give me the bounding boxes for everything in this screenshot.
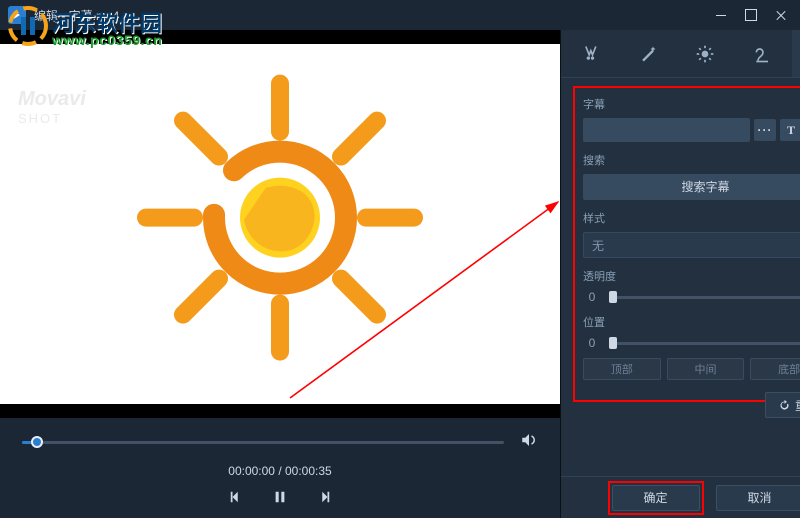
cancel-button[interactable]: 取消 bbox=[716, 485, 800, 511]
subtitle-path-input[interactable] bbox=[583, 118, 750, 142]
tool-tabs bbox=[561, 30, 800, 78]
app-icon bbox=[8, 6, 26, 24]
pause-button[interactable] bbox=[271, 488, 289, 506]
tab-adjust[interactable] bbox=[677, 30, 735, 77]
titlebar: 编辑 - 字幕.mp4 bbox=[0, 0, 800, 30]
window-title: 编辑 - 字幕.mp4 bbox=[34, 7, 119, 24]
search-subtitle-button[interactable]: 搜索字幕 bbox=[583, 174, 800, 200]
opacity-slider[interactable] bbox=[609, 296, 800, 299]
reset-button[interactable]: 重置 bbox=[765, 392, 800, 418]
label-style: 样式 bbox=[583, 210, 800, 226]
ok-button[interactable]: 确定 bbox=[612, 485, 700, 511]
seek-bar[interactable] bbox=[22, 441, 503, 444]
align-bottom-button[interactable]: 底部 bbox=[750, 358, 800, 380]
tab-magic[interactable] bbox=[619, 30, 677, 77]
label-opacity: 透明度 bbox=[583, 268, 800, 284]
time-display: 00:00:00 / 00:00:35 bbox=[228, 464, 331, 478]
align-top-button[interactable]: 顶部 bbox=[583, 358, 661, 380]
video-canvas bbox=[0, 44, 560, 404]
style-select[interactable]: 无 bbox=[583, 232, 800, 258]
label-subtitle: 字幕 bbox=[583, 96, 800, 112]
minimize-button[interactable] bbox=[706, 0, 736, 30]
reset-icon bbox=[778, 399, 791, 412]
sun-illustration bbox=[120, 58, 440, 378]
tab-watermark[interactable] bbox=[734, 30, 792, 77]
style-select-value: 无 bbox=[592, 237, 604, 254]
step-forward-button[interactable] bbox=[315, 488, 333, 506]
opacity-min: 0 bbox=[583, 290, 601, 304]
playback-controls: 00:00:00 / 00:00:35 bbox=[0, 418, 560, 518]
position-min: 0 bbox=[583, 336, 601, 350]
tab-crop[interactable] bbox=[561, 30, 619, 77]
label-position: 位置 bbox=[583, 314, 800, 330]
tools-panel: 字幕 ··· T C 搜索 搜索字幕 样式 无 bbox=[560, 30, 800, 518]
maximize-button[interactable] bbox=[736, 0, 766, 30]
label-search: 搜索 bbox=[583, 152, 800, 168]
preview-pane: Movavi SHOT 00:00:00 / 00:00:35 bbox=[0, 30, 560, 518]
video-preview[interactable]: Movavi SHOT bbox=[0, 30, 560, 418]
tab-text[interactable] bbox=[792, 30, 800, 77]
highlight-ok-button: 确定 bbox=[608, 481, 704, 515]
volume-icon[interactable] bbox=[520, 431, 538, 454]
position-slider[interactable] bbox=[609, 342, 800, 345]
align-center-button[interactable]: 中间 bbox=[667, 358, 745, 380]
subtitle-browse-button[interactable]: ··· bbox=[754, 119, 776, 141]
subtitle-style-T-button[interactable]: T bbox=[780, 119, 800, 141]
step-back-button[interactable] bbox=[227, 488, 245, 506]
close-button[interactable] bbox=[766, 0, 796, 30]
highlight-subtitle-panel: 字幕 ··· T C 搜索 搜索字幕 样式 无 bbox=[573, 86, 800, 402]
dialog-footer: 确定 取消 bbox=[561, 476, 800, 518]
